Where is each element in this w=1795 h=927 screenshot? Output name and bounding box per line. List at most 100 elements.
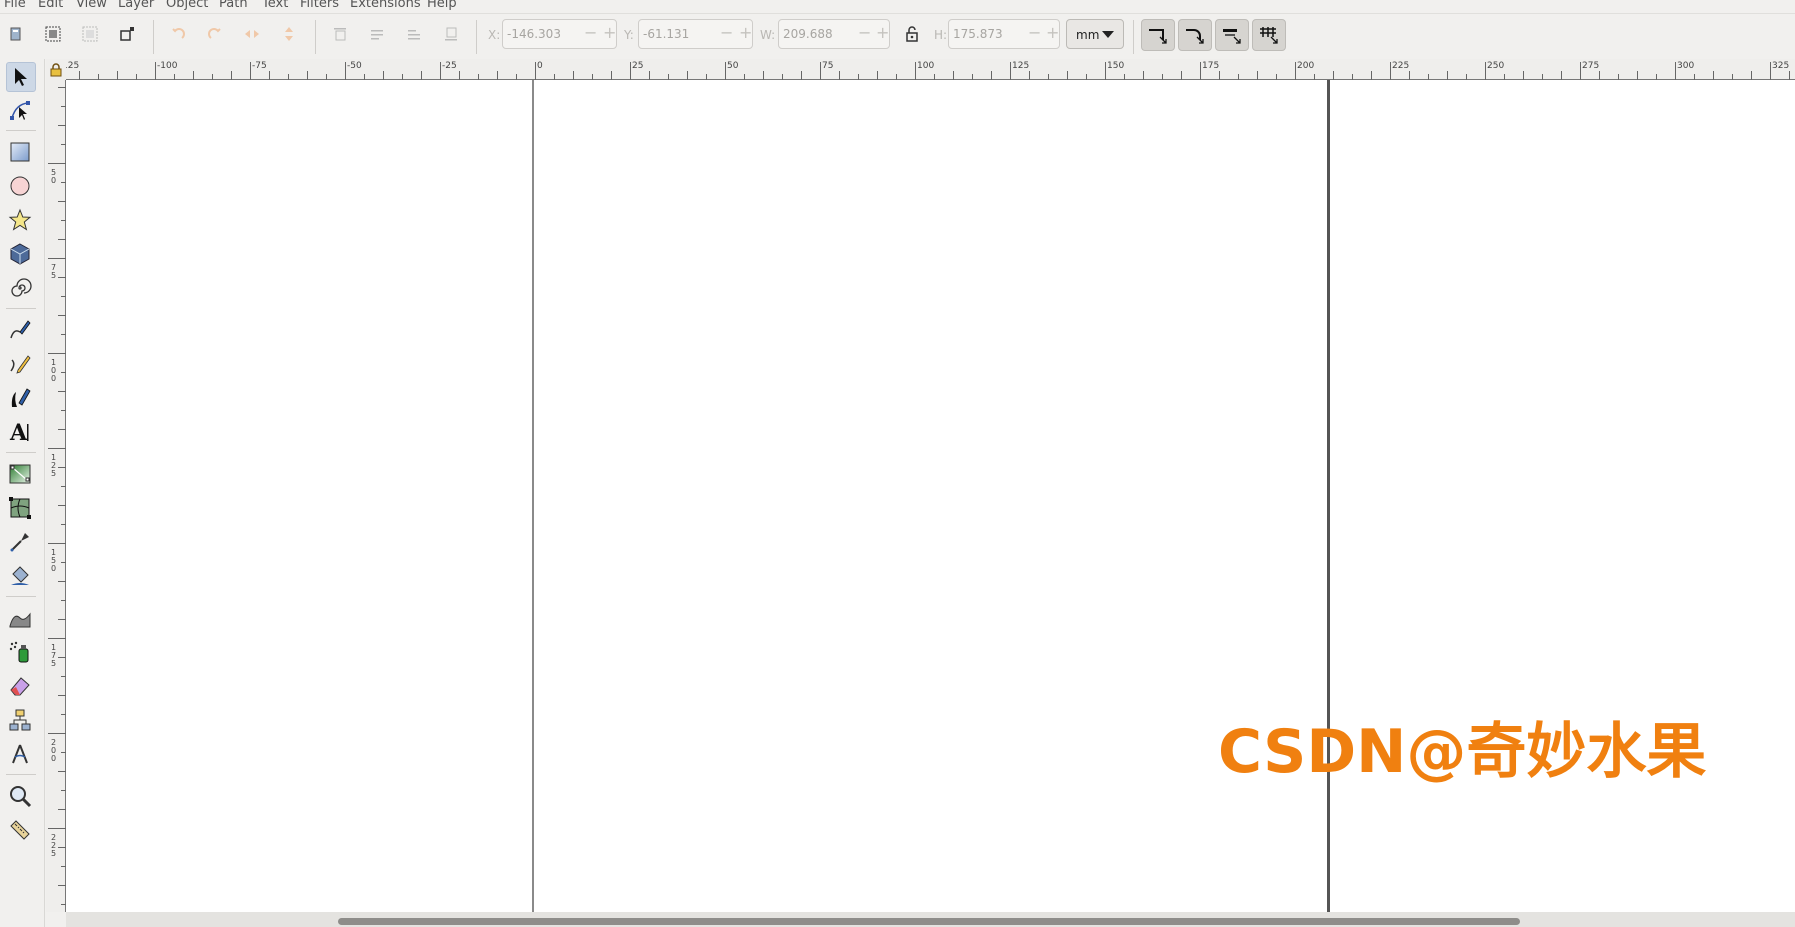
w-decrement[interactable]: − [858,23,871,42]
unit-select[interactable]: mm [1066,19,1124,49]
star-icon [8,208,32,231]
ruler-label: 0 [51,564,56,573]
spray-can-icon [9,641,29,663]
ruler-label: 0 [51,176,56,185]
w-label: W: [760,28,776,42]
y-increment[interactable]: + [739,23,752,42]
horizontal-ruler[interactable]: 125 -100 -75 -50 -25 0 25 50 75 100 125 150 175 200 22… [62,59,1795,80]
dropper-tool[interactable] [6,528,34,556]
selector-tool[interactable] [6,62,36,92]
toolbox-separator [6,308,36,309]
lock-icon [50,62,62,76]
x-value: -146.303 [507,27,561,41]
select-all-icon[interactable] [41,22,65,46]
spiral-tool[interactable] [6,274,34,302]
ruler-label: -75 [252,61,267,71]
ruler-label: 225 [1392,61,1409,71]
scale-corners-button[interactable] [1178,19,1212,51]
horizontal-scrollbar-thumb[interactable] [338,918,1520,925]
w-increment[interactable]: + [876,23,889,42]
flip-vertical-icon[interactable] [277,22,301,46]
pen-tool[interactable] [6,316,34,344]
ruler-label: 0 [537,61,543,71]
y-decrement[interactable]: − [720,23,733,42]
rotate-ccw-icon[interactable] [166,22,190,46]
move-gradients-button[interactable] [1215,19,1249,51]
menu-file[interactable]: File [4,0,26,11]
ruler-tool[interactable] [6,816,34,844]
measure-tool[interactable] [6,740,34,768]
watermark-text: CSDN@奇妙水果 [1218,717,1707,787]
deselect-icon[interactable] [115,22,139,46]
move-patterns-button[interactable] [1252,19,1286,51]
ruler-label: 75 [822,61,833,71]
raise-to-top-icon[interactable] [328,22,352,46]
raise-icon[interactable] [365,22,389,46]
tool-controls-bar: X: -146.303 − + Y: -61.131 − + W: 209.68… [0,14,1795,58]
flip-horizontal-icon[interactable] [240,22,264,46]
ruler-label: 5 [51,659,56,668]
star-tool[interactable] [6,206,34,234]
menu-object[interactable]: Object [166,0,208,11]
calligraphy-tool[interactable] [6,384,34,412]
magnifier-icon [10,786,32,808]
ruler-label: 125 [66,61,79,71]
tweak-wave-icon [9,612,31,628]
3dbox-tool[interactable] [6,240,34,268]
menu-extensions[interactable]: Extensions [350,0,421,11]
node-tool[interactable] [6,96,34,124]
menu-text[interactable]: Text [262,0,288,11]
move-patterns-icon [1260,27,1278,44]
select-all-in-layer-icon[interactable] [4,22,28,46]
paintbucket-tool[interactable] [6,562,34,590]
x-decrement[interactable]: − [584,23,597,42]
mesh-icon [9,497,31,519]
h-field[interactable]: 175.873 − + [948,19,1060,49]
menu-path[interactable]: Path [219,0,248,11]
eyedropper-icon [10,533,29,552]
menu-layer[interactable]: Layer [118,0,154,11]
h-increment[interactable]: + [1046,23,1059,42]
menu-help[interactable]: Help [427,0,457,11]
text-tool[interactable]: A [6,418,34,446]
x-increment[interactable]: + [603,23,616,42]
y-field[interactable]: -61.131 − + [638,19,753,49]
rect-tool[interactable] [6,138,34,166]
lower-to-bottom-icon[interactable] [439,22,463,46]
menu-view[interactable]: View [76,0,107,11]
pencil-tool[interactable] [6,350,34,378]
spray-tool[interactable] [6,638,34,666]
x-field[interactable]: -146.303 − + [502,19,617,49]
move-gradients-icon [1223,29,1241,44]
zoom-tool[interactable] [6,782,34,810]
ruler-label: 275 [1582,61,1599,71]
scale-stroke-button[interactable] [1141,19,1175,51]
vertical-ruler[interactable]: 5075100125150175200225 [46,80,66,912]
rotate-cw-icon[interactable] [203,22,227,46]
guide-lock-button[interactable] [46,59,66,80]
lock-proportions-icon[interactable] [900,22,924,46]
ruler-label: 50 [727,61,739,71]
toolbar-separator [1133,20,1134,54]
ruler-label: 100 [917,61,934,71]
eraser-tool[interactable] [6,672,34,700]
toolbox-separator [6,130,36,131]
eraser-icon [10,677,30,696]
compass-icon [12,744,28,764]
invert-selection-icon[interactable] [78,22,102,46]
menu-filters[interactable]: Filters [300,0,339,11]
ellipse-tool[interactable] [6,172,34,200]
bezier-pen-icon [10,320,31,339]
connector-tool[interactable] [6,706,34,734]
menu-edit[interactable]: Edit [38,0,63,11]
lower-icon[interactable] [402,22,426,46]
w-value: 209.688 [783,27,833,41]
h-value: 175.873 [953,27,1003,41]
w-field[interactable]: 209.688 − + [778,19,890,49]
3d-box-icon [10,243,30,265]
gradient-tool[interactable] [6,460,34,488]
y-label: Y: [624,28,634,42]
tweak-tool[interactable] [6,604,34,632]
h-decrement[interactable]: − [1028,23,1041,42]
mesh-tool[interactable] [6,494,34,522]
